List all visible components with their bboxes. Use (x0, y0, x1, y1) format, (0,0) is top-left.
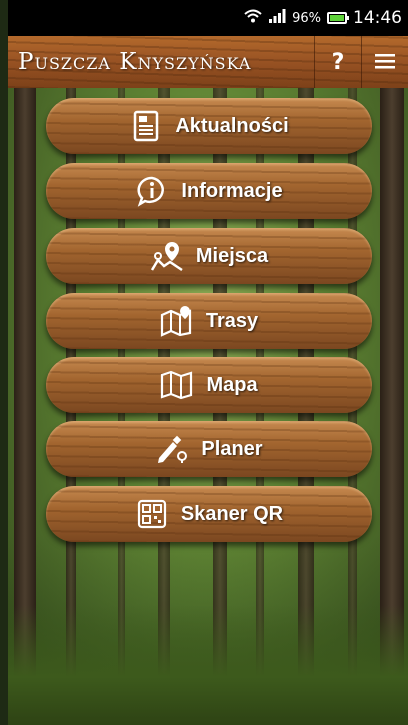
place-pin-icon (150, 239, 184, 273)
menu-item-planer[interactable]: Planer (46, 421, 372, 477)
menu-item-label: Skaner QR (180, 502, 284, 525)
menu-item-label: Planer (201, 437, 263, 460)
hamburger-menu-icon (375, 50, 395, 75)
route-map-icon (160, 304, 194, 338)
menu-item-mapa[interactable]: Mapa (46, 357, 372, 413)
app-bar: Puszcza Knyszyńska ? (8, 36, 408, 88)
folded-map-icon (160, 368, 194, 402)
help-button[interactable]: ? (315, 36, 361, 88)
clock: 14:46 (353, 8, 402, 28)
qr-code-icon (135, 497, 169, 531)
menu-button[interactable] (362, 36, 408, 88)
battery-icon (327, 12, 349, 24)
status-bar: 96% 14:46 (8, 0, 408, 36)
app-title: Puszcza Knyszyńska (18, 49, 252, 75)
help-label: ? (331, 49, 345, 75)
app-screen: 96% 14:46 Puszcza Knyszyńska ? Aktualnoś… (8, 0, 408, 725)
menu-item-miejsca[interactable]: Miejsca (46, 228, 372, 284)
menu-item-aktualnosci[interactable]: Aktualności (46, 98, 372, 154)
menu-item-label: Aktualności (175, 114, 289, 137)
menu-item-skaner-qr[interactable]: Skaner QR (46, 486, 372, 542)
menu-item-label: Mapa (206, 373, 258, 396)
signal-icon (268, 9, 286, 27)
menu-item-trasy[interactable]: Trasy (46, 293, 372, 349)
info-icon (135, 174, 169, 208)
menu-item-label: Informacje (181, 179, 283, 202)
menu-item-informacje[interactable]: Informacje (46, 163, 372, 219)
battery-percent: 96% (292, 10, 321, 26)
menu-item-label: Trasy (205, 309, 259, 332)
menu-item-label: Miejsca (195, 244, 269, 267)
planner-pen-icon (155, 432, 189, 466)
wifi-icon (244, 9, 262, 27)
news-icon (129, 109, 163, 143)
